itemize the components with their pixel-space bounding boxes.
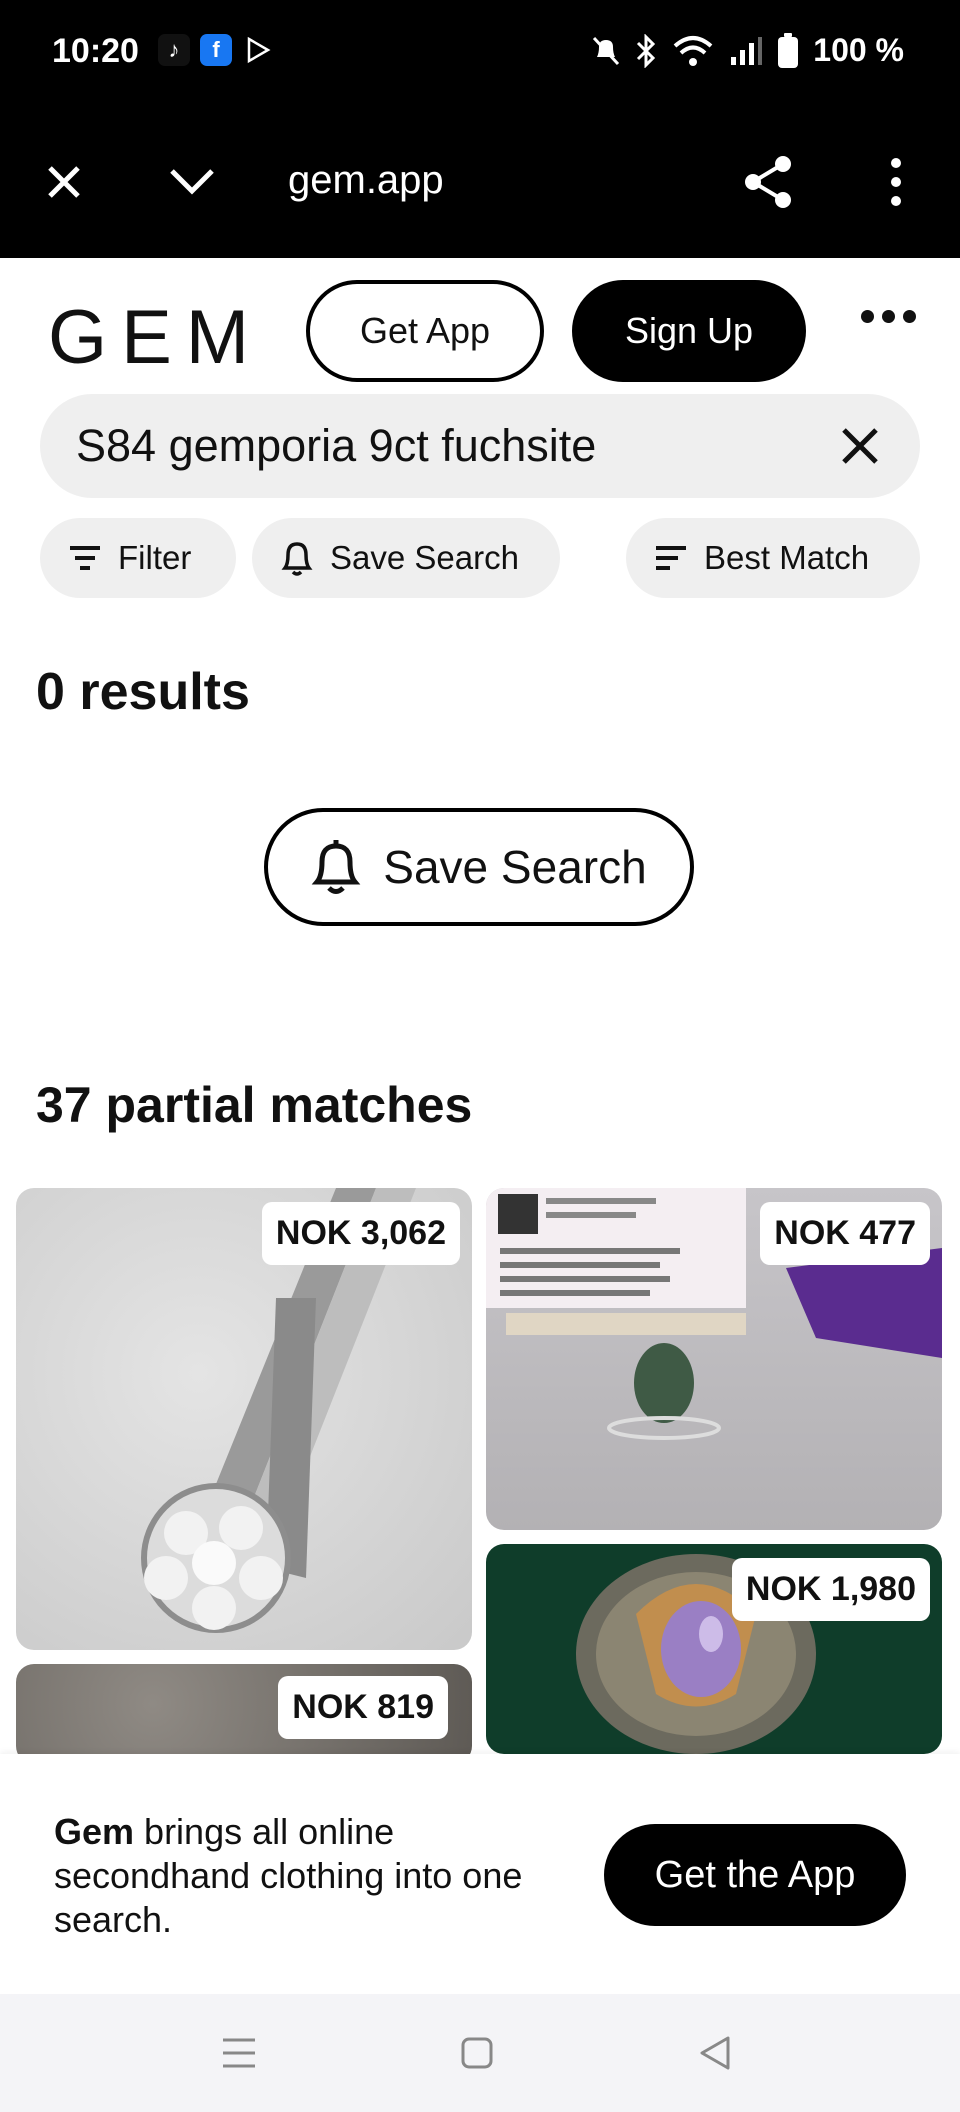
status-app-icons: ♪ f xyxy=(158,34,274,66)
facebook-icon: f xyxy=(200,34,232,66)
gem-logo[interactable]: GEM xyxy=(48,294,263,381)
product-price: NOK 477 xyxy=(760,1202,930,1265)
save-search-button[interactable]: Save Search xyxy=(264,808,694,926)
product-card[interactable]: NOK 819 xyxy=(16,1664,472,1764)
home-button[interactable] xyxy=(452,2028,502,2078)
chevron-down-icon xyxy=(170,169,214,195)
filter-label: Filter xyxy=(118,539,192,576)
save-search-chip[interactable]: Save Search xyxy=(252,518,560,598)
search-input[interactable] xyxy=(76,394,816,498)
product-price: NOK 1,980 xyxy=(731,1558,930,1621)
mute-icon xyxy=(593,36,620,65)
save-search-chip-label: Save Search xyxy=(330,539,519,576)
bluetooth-icon xyxy=(637,33,656,68)
home-icon xyxy=(461,2037,493,2069)
close-icon xyxy=(48,166,80,198)
browser-toolbar: gem.app xyxy=(0,108,960,258)
wifi-icon xyxy=(673,35,713,66)
get-the-app-button[interactable]: Get the App xyxy=(604,1824,906,1926)
banner-text: Gem brings all online secondhand clothin… xyxy=(54,1810,594,1942)
more-horizontal-icon[interactable] xyxy=(861,310,916,323)
battery-level: 100 % xyxy=(813,32,904,68)
product-price: NOK 819 xyxy=(278,1676,448,1739)
filter-chip[interactable]: Filter xyxy=(40,518,236,598)
sort-chip[interactable]: Best Match xyxy=(626,518,920,598)
bell-icon xyxy=(281,542,313,576)
site-header: GEM Get App Sign Up xyxy=(0,258,960,396)
recents-icon xyxy=(223,2038,255,2068)
system-nav-bar xyxy=(0,1994,960,2112)
app-promo-banner: Gem brings all online secondhand clothin… xyxy=(0,1754,960,1994)
status-time: 10:20 xyxy=(52,32,139,70)
product-card[interactable]: NOK 3,062 xyxy=(16,1188,472,1650)
status-right: 100 % xyxy=(591,32,904,69)
recents-button[interactable] xyxy=(214,2028,264,2078)
sign-up-button[interactable]: Sign Up xyxy=(572,280,806,382)
back-button[interactable] xyxy=(690,2028,740,2078)
url-text[interactable]: gem.app xyxy=(288,158,444,203)
signal-icon xyxy=(731,36,763,65)
back-icon xyxy=(700,2036,730,2070)
product-price: NOK 3,062 xyxy=(261,1202,460,1265)
partial-matches-heading: 37 partial matches xyxy=(36,1077,473,1133)
sort-icon xyxy=(656,546,686,570)
results-count: 0 results xyxy=(36,663,250,721)
play-store-icon xyxy=(242,34,274,66)
clear-search-icon[interactable] xyxy=(838,424,882,468)
product-card[interactable]: NOK 477 xyxy=(486,1188,942,1530)
product-card[interactable]: NOK 1,980 xyxy=(486,1544,942,1754)
share-icon xyxy=(745,156,791,208)
sort-label: Best Match xyxy=(704,539,870,576)
status-bar: 10:20 ♪ f 100 % xyxy=(0,0,960,108)
tiktok-icon: ♪ xyxy=(158,34,190,66)
search-bar xyxy=(40,394,920,498)
close-tab-button[interactable] xyxy=(32,150,96,214)
browser-menu-button[interactable] xyxy=(864,150,928,214)
minimize-button[interactable] xyxy=(160,150,224,214)
filter-icon xyxy=(70,546,100,570)
banner-brand: Gem xyxy=(54,1811,135,1852)
save-search-button-label: Save Search xyxy=(383,841,647,893)
more-vertical-icon xyxy=(891,158,901,206)
bell-icon xyxy=(311,840,361,894)
share-button[interactable] xyxy=(736,150,800,214)
battery-icon xyxy=(778,32,799,68)
get-app-button[interactable]: Get App xyxy=(306,280,544,382)
